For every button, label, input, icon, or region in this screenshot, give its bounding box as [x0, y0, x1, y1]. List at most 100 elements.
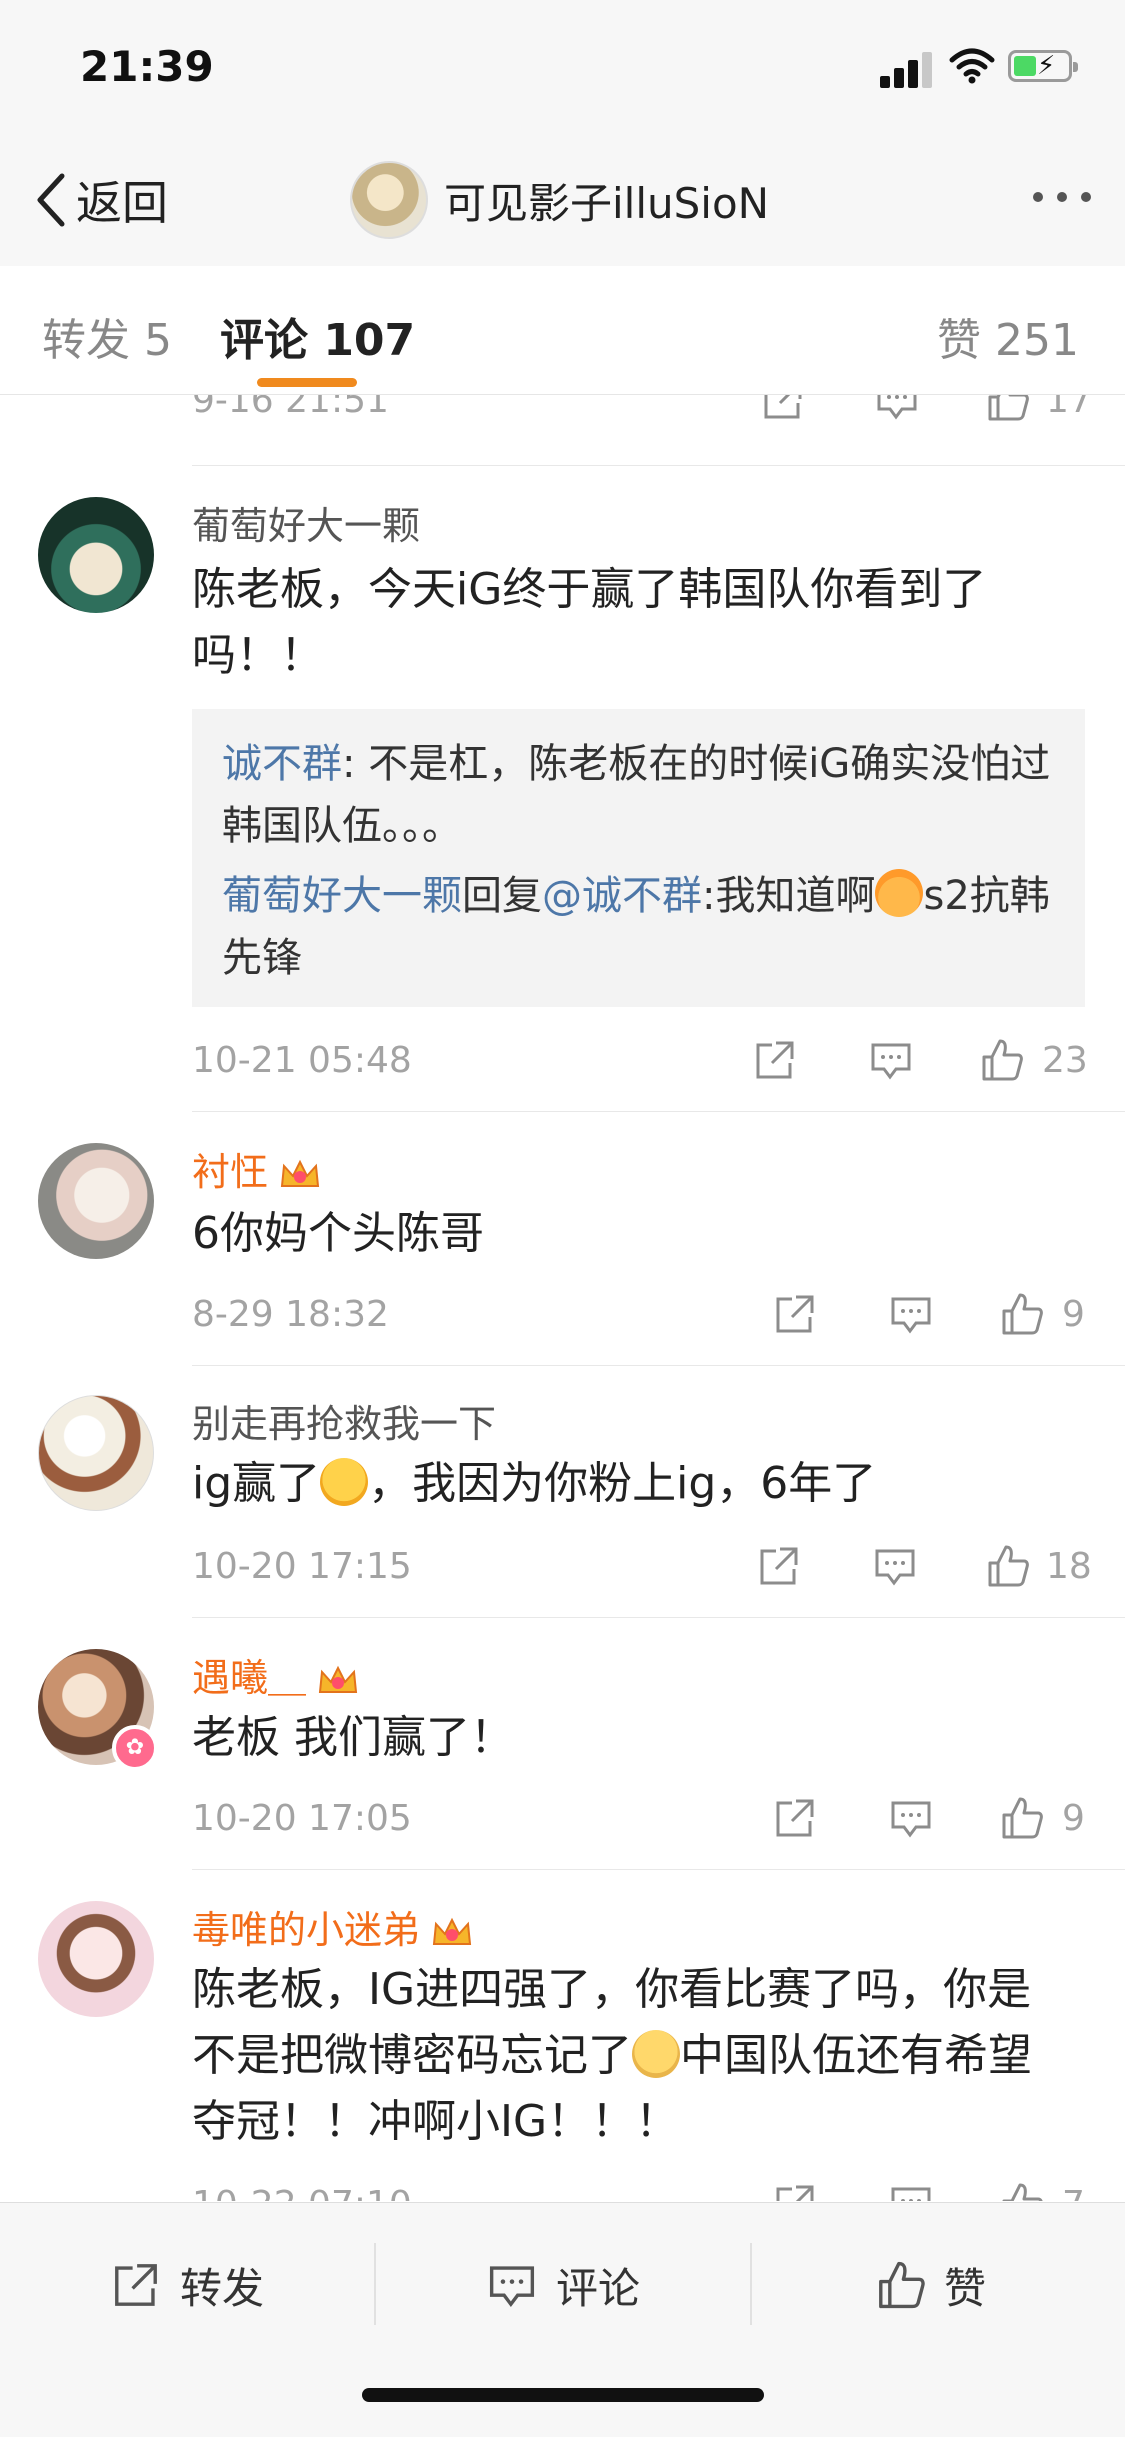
like-label: 赞: [944, 2263, 987, 2313]
tab-repost[interactable]: 转发 5: [42, 304, 172, 368]
comment-author[interactable]: 别走再抢救我一下: [192, 1393, 496, 1448]
tab-bar: 转发 5 评论 107 赞 251: [0, 266, 1125, 395]
nav-bar: 返回 可见影子illuSioN: [0, 140, 1125, 267]
more-options-icon[interactable]: [1033, 192, 1091, 202]
like-icon[interactable]: [984, 395, 1032, 425]
comment-text: 陈老板，今天iG终于赢了韩国队你看到了吗！！: [192, 564, 987, 681]
repost-icon[interactable]: [772, 2181, 820, 2201]
repost-icon[interactable]: [752, 1037, 800, 1085]
reply-text: : 不是杠，陈老板在的时候iG确实没怕过韩国队伍。。。: [222, 741, 1051, 849]
reply-author[interactable]: 诚不群: [222, 741, 342, 787]
like-count: 23: [1042, 1040, 1088, 1081]
comment-meta: 9-16 21:51 17: [192, 395, 1092, 431]
vip-crown-icon: [280, 1159, 320, 1187]
cellular-signal-icon: [880, 48, 936, 88]
comment-time: 10-21 05:48: [192, 1040, 412, 1081]
repost-icon[interactable]: [760, 395, 808, 425]
comment-icon[interactable]: [888, 1291, 936, 1339]
like-icon[interactable]: [998, 1291, 1046, 1339]
comment-meta: 10-22 07:10 7: [192, 2175, 1085, 2201]
comment-author[interactable]: 毒唯的小迷弟: [192, 1899, 474, 1954]
avatar[interactable]: [38, 1143, 154, 1259]
comment-icon[interactable]: [874, 395, 922, 425]
comment-meta: 10-20 17:15 18: [192, 1537, 1092, 1597]
repost-icon[interactable]: [756, 1543, 804, 1591]
crying-emoji-icon: [320, 1458, 369, 1506]
vip-crown-icon: [318, 1665, 358, 1693]
comment-meta: 10-21 05:48 23: [192, 1031, 1088, 1091]
home-indicator[interactable]: [362, 2388, 764, 2402]
comment-label: 评论: [556, 2263, 641, 2313]
verified-badge-icon: ✿: [112, 1725, 158, 1771]
comment-time: 10-20 17:15: [192, 1546, 412, 1587]
avatar: [350, 161, 428, 239]
reply-text: :我知道啊: [702, 873, 876, 919]
like-count: 17: [1046, 395, 1092, 421]
comment-time: 10-22 07:10: [192, 2175, 412, 2201]
back-button[interactable]: 返回: [32, 170, 168, 230]
vip-crown-icon: [432, 1917, 472, 1945]
avatar[interactable]: [38, 497, 154, 613]
comment-text: 陈老板，IG进四强了，你看比赛了吗，你是不是把微博密码忘记了 中国队伍还有希望夺冠…: [192, 1957, 1072, 2155]
status-bar: 21:39 ⚡: [0, 0, 1125, 140]
avatar[interactable]: [38, 1395, 154, 1511]
comment-text: 6你妈个头陈哥: [192, 1208, 484, 1259]
comment-meta: 10-20 17:05 9: [192, 1789, 1085, 1849]
divider: [192, 1617, 1125, 1618]
comment-time: 10-20 17:05: [192, 1798, 412, 1839]
like-count: 9: [1062, 1294, 1085, 1335]
like-count: 7: [1062, 2175, 1085, 2201]
like-icon[interactable]: [978, 1037, 1026, 1085]
sad-emoji-icon: [632, 2030, 680, 2078]
author-name: 衬忹: [192, 1150, 269, 1194]
back-label: 返回: [76, 176, 168, 230]
reply-mention[interactable]: @诚不群: [542, 873, 702, 919]
comment-icon[interactable]: [868, 1037, 916, 1085]
divider: [192, 465, 1125, 466]
like-count: 9: [1062, 1798, 1085, 1839]
like-icon[interactable]: [998, 2181, 1046, 2201]
comment-author[interactable]: 遇曦＿: [192, 1647, 360, 1702]
battery-icon: ⚡: [1008, 50, 1078, 82]
page-title: 可见影子illuSioN: [444, 178, 770, 228]
like-icon[interactable]: [998, 1795, 1046, 1843]
comment-list: 9-16 21:51 17 葡萄好大一颗 陈老板，今天iG终于赢了韩国队你看到了…: [0, 395, 1125, 2201]
reply-item: 葡萄好大一颗回复@诚不群:我知道啊 s2抗韩先锋: [222, 865, 1055, 989]
repost-icon[interactable]: [772, 1795, 820, 1843]
divider: [374, 2243, 376, 2325]
comment-text: ig赢了 ，我因为你粉上ig，6年了: [192, 1451, 1072, 1517]
comment-button[interactable]: 评论: [486, 2255, 640, 2315]
chevron-left-icon: [37, 173, 65, 227]
comment-icon[interactable]: [888, 1795, 936, 1843]
comment-icon[interactable]: [888, 2181, 936, 2201]
comment-author[interactable]: 葡萄好大一颗: [192, 495, 420, 550]
wifi-icon: [949, 48, 995, 84]
comment-author[interactable]: 衬忹: [192, 1141, 322, 1196]
comment-icon[interactable]: [872, 1543, 920, 1591]
repost-label: 转发: [180, 2263, 265, 2313]
status-time: 21:39: [80, 42, 214, 91]
comment-meta: 8-29 18:32 9: [192, 1285, 1085, 1345]
profile-title[interactable]: 可见影子illuSioN: [350, 160, 769, 240]
avatar[interactable]: [38, 1901, 154, 2017]
author-name: 毒唯的小迷弟: [192, 1908, 421, 1952]
like-button[interactable]: 赞: [874, 2255, 986, 2315]
divider: [750, 2243, 752, 2325]
like-icon: [879, 2261, 925, 2309]
repost-icon[interactable]: [772, 1291, 820, 1339]
comment-text-part: ig赢了: [192, 1458, 321, 1509]
divider: [192, 1111, 1125, 1112]
reply-item: 诚不群: 不是杠，陈老板在的时候iG确实没怕过韩国队伍。。。: [222, 733, 1055, 857]
comment-time: 8-29 18:32: [192, 1294, 389, 1335]
like-icon[interactable]: [984, 1543, 1032, 1591]
reply-author[interactable]: 葡萄好大一颗: [222, 873, 462, 919]
comment-text-part: ，我因为你粉上ig，6年了: [368, 1458, 877, 1509]
like-count: 18: [1046, 1546, 1092, 1587]
comment-time: 9-16 21:51: [192, 395, 389, 421]
tab-comment[interactable]: 评论 107: [220, 304, 415, 368]
divider: [192, 1365, 1125, 1366]
reply-thread[interactable]: 诚不群: 不是杠，陈老板在的时候iG确实没怕过韩国队伍。。。 葡萄好大一颗回复@…: [192, 709, 1085, 1007]
repost-button[interactable]: 转发: [110, 2255, 264, 2315]
tab-like[interactable]: 赞 251: [937, 304, 1079, 368]
tab-active-indicator: [257, 378, 357, 387]
